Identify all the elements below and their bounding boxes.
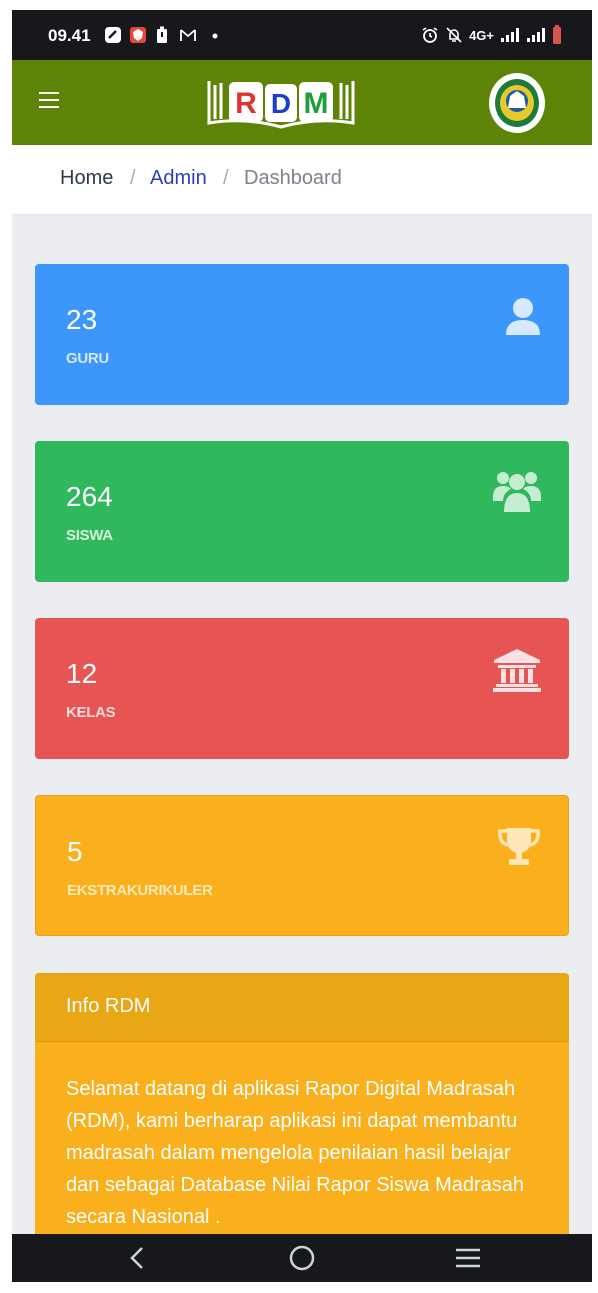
breadcrumb-admin[interactable]: Admin bbox=[150, 167, 207, 190]
stat-value: 5 bbox=[67, 836, 83, 867]
logo-letter-d: D bbox=[271, 88, 291, 119]
vpn-icon bbox=[130, 27, 146, 43]
stat-value: 12 bbox=[66, 658, 98, 689]
breadcrumb-separator: / bbox=[130, 167, 136, 189]
network-label: 4G+ bbox=[469, 27, 494, 43]
navigation-bar bbox=[12, 1234, 592, 1282]
stat-card-ekstrakurikuler[interactable]: 5 EKSTRAKURIKULER bbox=[35, 795, 569, 936]
stat-label: EKSTRAKURIKULER bbox=[67, 882, 213, 899]
logo-letter-r: R bbox=[235, 87, 257, 120]
battery-icon bbox=[553, 25, 561, 44]
status-time: 09.41 bbox=[48, 26, 91, 45]
mute-icon bbox=[446, 27, 462, 43]
app-bar: R D M bbox=[12, 60, 592, 145]
recents-icon[interactable] bbox=[453, 1244, 483, 1272]
home-icon[interactable] bbox=[287, 1244, 317, 1272]
breadcrumb-home[interactable]: Home bbox=[60, 167, 113, 190]
breadcrumb-dashboard: Dashboard bbox=[244, 167, 342, 189]
status-bar: 09.41 4G+ bbox=[12, 10, 592, 60]
status-right: 4G+ bbox=[421, 25, 562, 45]
info-title: Info RDM bbox=[35, 973, 569, 1042]
stat-value: 264 bbox=[66, 481, 113, 512]
stat-value: 23 bbox=[66, 304, 98, 335]
trophy-icon bbox=[498, 828, 540, 865]
stat-card-kelas[interactable]: 12 KELAS bbox=[35, 618, 569, 759]
gmail-icon bbox=[180, 29, 196, 41]
back-icon[interactable] bbox=[122, 1244, 152, 1272]
signal-icon bbox=[501, 28, 519, 42]
battery-saver-icon bbox=[157, 26, 167, 43]
stat-label: KELAS bbox=[66, 704, 116, 721]
hamburger-icon[interactable] bbox=[39, 92, 59, 110]
screen: 09.41 4G+ R D M Home / Admin / Dashboard… bbox=[12, 10, 592, 1282]
breadcrumb-separator: / bbox=[223, 167, 229, 189]
info-body: Selamat datang di aplikasi Rapor Digital… bbox=[66, 1078, 525, 1228]
stat-card-guru[interactable]: 23 GURU bbox=[35, 264, 569, 405]
stat-card-siswa[interactable]: 264 SISWA bbox=[35, 441, 569, 582]
users-icon bbox=[493, 472, 541, 512]
dot-icon bbox=[212, 33, 218, 39]
stat-label: SISWA bbox=[66, 527, 113, 544]
bible-app-icon bbox=[105, 27, 121, 43]
alarm-icon bbox=[422, 27, 438, 43]
stat-label: GURU bbox=[66, 350, 109, 367]
rdm-logo: R D M bbox=[207, 81, 355, 129]
institution-icon bbox=[493, 649, 541, 692]
kemenag-emblem bbox=[489, 73, 545, 133]
logo-letter-m: M bbox=[304, 87, 329, 120]
breadcrumb: Home / Admin / Dashboard bbox=[12, 145, 592, 215]
signal-icon-2 bbox=[527, 28, 545, 42]
user-icon bbox=[506, 298, 540, 335]
